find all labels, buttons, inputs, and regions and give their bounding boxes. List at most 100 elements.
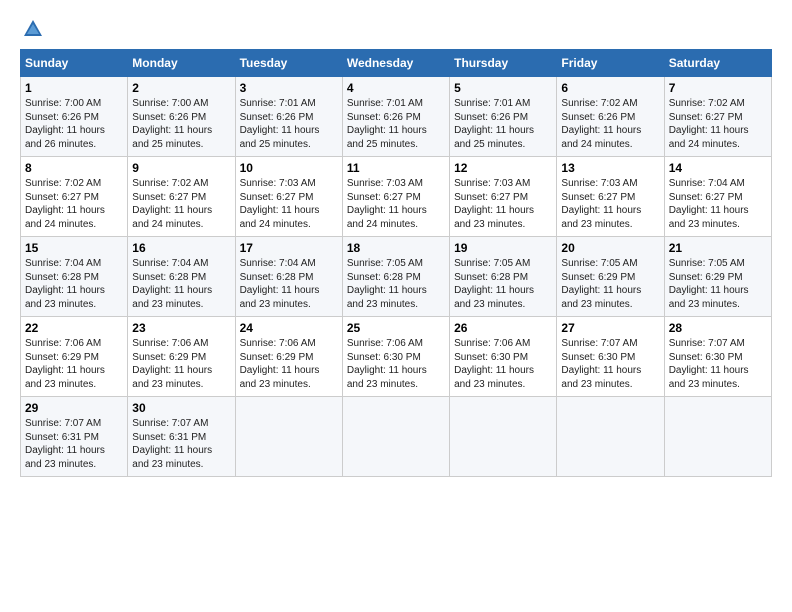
- calendar-cell: 23Sunrise: 7:06 AM Sunset: 6:29 PM Dayli…: [128, 317, 235, 397]
- calendar-week-2: 8 Sunrise: 7:02 AM Sunset: 6:27 PM Daylig…: [21, 157, 772, 237]
- day-info: Sunrise: 7:05 AM Sunset: 6:29 PM Dayligh…: [669, 257, 767, 311]
- header-day-wednesday: Wednesday: [342, 50, 449, 77]
- day-number: 11: [347, 161, 445, 175]
- header-day-sunday: Sunday: [21, 50, 128, 77]
- calendar-week-5: 29Sunrise: 7:07 AM Sunset: 6:31 PM Dayli…: [21, 397, 772, 477]
- day-number: 2: [132, 81, 230, 95]
- day-number: 14: [669, 161, 767, 175]
- header-day-saturday: Saturday: [664, 50, 771, 77]
- day-number: 24: [240, 321, 338, 335]
- day-info: Sunrise: 7:07 AM Sunset: 6:30 PM Dayligh…: [669, 337, 767, 391]
- calendar-cell: 9 Sunrise: 7:02 AM Sunset: 6:27 PM Daylig…: [128, 157, 235, 237]
- day-info: Sunrise: 7:00 AM Sunset: 6:26 PM Dayligh…: [132, 97, 230, 151]
- day-info: Sunrise: 7:07 AM Sunset: 6:31 PM Dayligh…: [132, 417, 230, 471]
- day-number: 25: [347, 321, 445, 335]
- calendar-cell: [450, 397, 557, 477]
- logo-icon: [22, 18, 44, 40]
- day-info: Sunrise: 7:02 AM Sunset: 6:27 PM Dayligh…: [132, 177, 230, 231]
- day-info: Sunrise: 7:04 AM Sunset: 6:28 PM Dayligh…: [132, 257, 230, 311]
- calendar-cell: 3 Sunrise: 7:01 AM Sunset: 6:26 PM Daylig…: [235, 77, 342, 157]
- day-number: 1: [25, 81, 123, 95]
- day-info: Sunrise: 7:05 AM Sunset: 6:28 PM Dayligh…: [454, 257, 552, 311]
- day-info: Sunrise: 7:00 AM Sunset: 6:26 PM Dayligh…: [25, 97, 123, 151]
- day-info: Sunrise: 7:02 AM Sunset: 6:27 PM Dayligh…: [669, 97, 767, 151]
- day-info: Sunrise: 7:01 AM Sunset: 6:26 PM Dayligh…: [454, 97, 552, 151]
- day-number: 26: [454, 321, 552, 335]
- day-number: 27: [561, 321, 659, 335]
- calendar-cell: [342, 397, 449, 477]
- day-number: 12: [454, 161, 552, 175]
- day-number: 7: [669, 81, 767, 95]
- day-info: Sunrise: 7:01 AM Sunset: 6:26 PM Dayligh…: [240, 97, 338, 151]
- calendar-cell: 12 Sunrise: 7:03 AM Sunset: 6:27 PM Dayli…: [450, 157, 557, 237]
- day-info: Sunrise: 7:04 AM Sunset: 6:28 PM Dayligh…: [25, 257, 123, 311]
- day-number: 30: [132, 401, 230, 415]
- calendar-cell: 2 Sunrise: 7:00 AM Sunset: 6:26 PM Daylig…: [128, 77, 235, 157]
- day-number: 15: [25, 241, 123, 255]
- calendar-cell: 15 Sunrise: 7:04 AM Sunset: 6:28 PM Dayli…: [21, 237, 128, 317]
- day-info: Sunrise: 7:06 AM Sunset: 6:29 PM Dayligh…: [132, 337, 230, 391]
- day-info: Sunrise: 7:01 AM Sunset: 6:26 PM Dayligh…: [347, 97, 445, 151]
- header-day-thursday: Thursday: [450, 50, 557, 77]
- day-info: Sunrise: 7:07 AM Sunset: 6:31 PM Dayligh…: [25, 417, 123, 471]
- day-number: 10: [240, 161, 338, 175]
- calendar-cell: 1 Sunrise: 7:00 AM Sunset: 6:26 PM Daylig…: [21, 77, 128, 157]
- day-number: 8: [25, 161, 123, 175]
- calendar-cell: 11 Sunrise: 7:03 AM Sunset: 6:27 PM Dayli…: [342, 157, 449, 237]
- day-info: Sunrise: 7:06 AM Sunset: 6:29 PM Dayligh…: [240, 337, 338, 391]
- calendar-cell: 27 Sunrise: 7:07 AM Sunset: 6:30 PM Dayli…: [557, 317, 664, 397]
- day-info: Sunrise: 7:06 AM Sunset: 6:30 PM Dayligh…: [454, 337, 552, 391]
- day-number: 22: [25, 321, 123, 335]
- day-number: 6: [561, 81, 659, 95]
- header-day-monday: Monday: [128, 50, 235, 77]
- calendar-cell: 22Sunrise: 7:06 AM Sunset: 6:29 PM Dayli…: [21, 317, 128, 397]
- calendar-cell: 14 Sunrise: 7:04 AM Sunset: 6:27 PM Dayli…: [664, 157, 771, 237]
- calendar-cell: 4 Sunrise: 7:01 AM Sunset: 6:26 PM Daylig…: [342, 77, 449, 157]
- calendar-cell: [664, 397, 771, 477]
- calendar-cell: 21 Sunrise: 7:05 AM Sunset: 6:29 PM Dayli…: [664, 237, 771, 317]
- calendar-cell: 20 Sunrise: 7:05 AM Sunset: 6:29 PM Dayli…: [557, 237, 664, 317]
- day-info: Sunrise: 7:07 AM Sunset: 6:30 PM Dayligh…: [561, 337, 659, 391]
- calendar-cell: 6Sunrise: 7:02 AM Sunset: 6:26 PM Daylig…: [557, 77, 664, 157]
- calendar-week-4: 22 Sunrise: 7:06 AM Sunset: 6:29 PM Dayli…: [21, 317, 772, 397]
- calendar-cell: 30 Sunrise: 7:07 AM Sunset: 6:31 PM Dayli…: [128, 397, 235, 477]
- day-info: Sunrise: 7:05 AM Sunset: 6:29 PM Dayligh…: [561, 257, 659, 311]
- header-day-tuesday: Tuesday: [235, 50, 342, 77]
- calendar-cell: 16Sunrise: 7:04 AM Sunset: 6:28 PM Dayli…: [128, 237, 235, 317]
- day-info: Sunrise: 7:03 AM Sunset: 6:27 PM Dayligh…: [561, 177, 659, 231]
- calendar-cell: 8 Sunrise: 7:02 AM Sunset: 6:27 PM Daylig…: [21, 157, 128, 237]
- header-day-friday: Friday: [557, 50, 664, 77]
- day-number: 9: [132, 161, 230, 175]
- calendar-cell: 29Sunrise: 7:07 AM Sunset: 6:31 PM Dayli…: [21, 397, 128, 477]
- calendar-cell: 5Sunrise: 7:01 AM Sunset: 6:26 PM Daylig…: [450, 77, 557, 157]
- day-info: Sunrise: 7:02 AM Sunset: 6:27 PM Dayligh…: [25, 177, 123, 231]
- day-number: 13: [561, 161, 659, 175]
- page-header: [10, 10, 782, 49]
- calendar-cell: 25 Sunrise: 7:06 AM Sunset: 6:30 PM Dayli…: [342, 317, 449, 397]
- day-number: 17: [240, 241, 338, 255]
- day-info: Sunrise: 7:06 AM Sunset: 6:30 PM Dayligh…: [347, 337, 445, 391]
- calendar-cell: 7 Sunrise: 7:02 AM Sunset: 6:27 PM Daylig…: [664, 77, 771, 157]
- calendar-table: SundayMondayTuesdayWednesdayThursdayFrid…: [20, 49, 772, 477]
- day-number: 21: [669, 241, 767, 255]
- calendar-cell: 24 Sunrise: 7:06 AM Sunset: 6:29 PM Dayli…: [235, 317, 342, 397]
- day-info: Sunrise: 7:04 AM Sunset: 6:27 PM Dayligh…: [669, 177, 767, 231]
- day-info: Sunrise: 7:05 AM Sunset: 6:28 PM Dayligh…: [347, 257, 445, 311]
- calendar-cell: 26 Sunrise: 7:06 AM Sunset: 6:30 PM Dayli…: [450, 317, 557, 397]
- day-number: 3: [240, 81, 338, 95]
- day-info: Sunrise: 7:03 AM Sunset: 6:27 PM Dayligh…: [347, 177, 445, 231]
- day-info: Sunrise: 7:03 AM Sunset: 6:27 PM Dayligh…: [240, 177, 338, 231]
- calendar-cell: 10 Sunrise: 7:03 AM Sunset: 6:27 PM Dayli…: [235, 157, 342, 237]
- calendar-cell: 19Sunrise: 7:05 AM Sunset: 6:28 PM Dayli…: [450, 237, 557, 317]
- calendar-cell: 13 Sunrise: 7:03 AM Sunset: 6:27 PM Dayli…: [557, 157, 664, 237]
- calendar-week-1: 1 Sunrise: 7:00 AM Sunset: 6:26 PM Daylig…: [21, 77, 772, 157]
- calendar-week-3: 15 Sunrise: 7:04 AM Sunset: 6:28 PM Dayli…: [21, 237, 772, 317]
- calendar-header-row: SundayMondayTuesdayWednesdayThursdayFrid…: [21, 50, 772, 77]
- day-number: 18: [347, 241, 445, 255]
- calendar-cell: [235, 397, 342, 477]
- calendar-wrapper: SundayMondayTuesdayWednesdayThursdayFrid…: [10, 49, 782, 477]
- day-number: 4: [347, 81, 445, 95]
- day-number: 28: [669, 321, 767, 335]
- day-info: Sunrise: 7:03 AM Sunset: 6:27 PM Dayligh…: [454, 177, 552, 231]
- day-number: 20: [561, 241, 659, 255]
